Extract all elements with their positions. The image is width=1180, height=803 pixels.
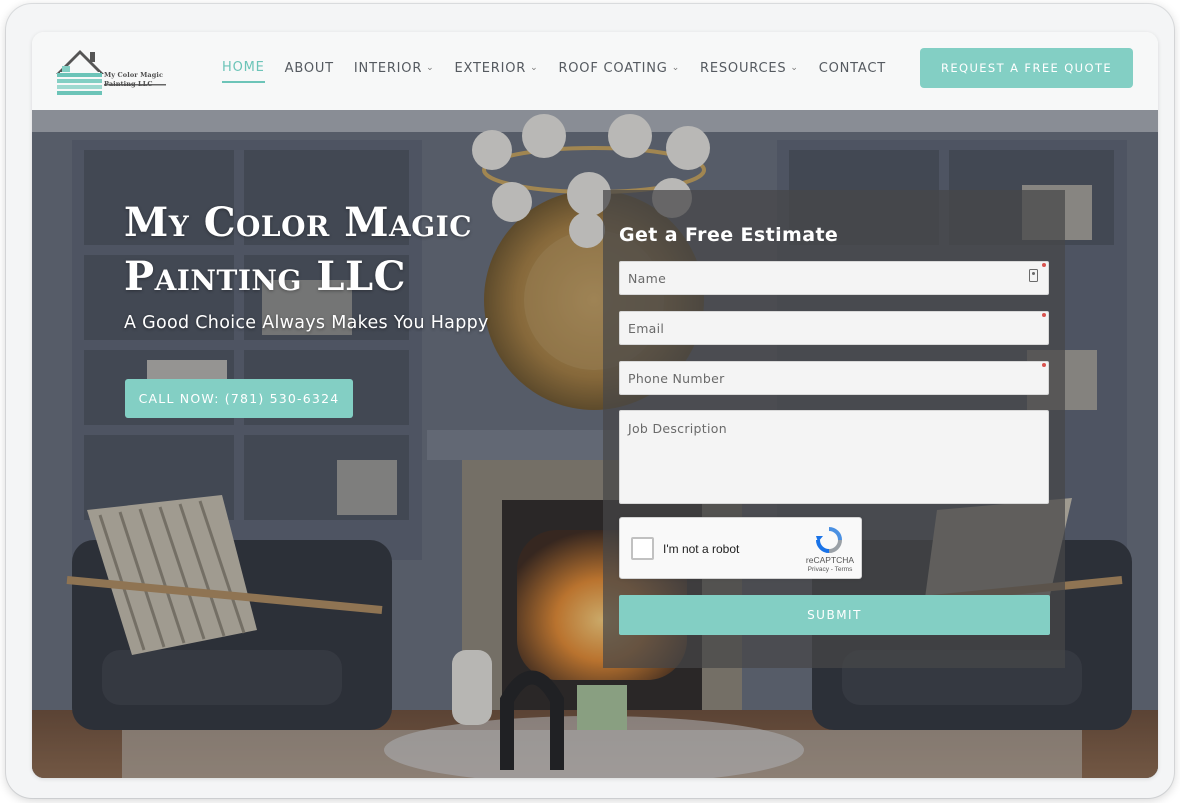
required-indicator xyxy=(1042,363,1046,367)
required-indicator xyxy=(1042,263,1046,267)
estimate-form-panel: Get a Free Estimate I'm not a robot xyxy=(603,190,1065,668)
nav-resources[interactable]: RESOURCES ⌄ xyxy=(700,60,799,83)
device-frame: My Color Magic Painting LLC HOME ABOUT I… xyxy=(6,4,1174,798)
form-title: Get a Free Estimate xyxy=(619,224,839,246)
company-logo[interactable]: My Color Magic Painting LLC xyxy=(52,44,172,100)
nav-label: EXTERIOR xyxy=(454,61,527,76)
nav-label: RESOURCES xyxy=(700,61,787,76)
hero-subtitle: A Good Choice Always Makes You Happy xyxy=(124,313,489,333)
name-input[interactable] xyxy=(619,261,1049,295)
nav-interior[interactable]: INTERIOR ⌄ xyxy=(354,60,435,83)
hero-title-line-1: My Color Magic xyxy=(124,199,472,246)
logo-text: My Color Magic Painting LLC xyxy=(104,71,174,88)
nav-contact[interactable]: CONTACT xyxy=(819,60,886,83)
nav-label: CONTACT xyxy=(818,61,886,76)
phone-input[interactable] xyxy=(619,361,1049,395)
chevron-down-icon: ⌄ xyxy=(790,62,799,73)
request-quote-button[interactable]: REQUEST A FREE QUOTE xyxy=(920,48,1133,88)
email-input[interactable] xyxy=(619,311,1049,345)
hero-title: My Color Magic Painting LLC xyxy=(124,196,594,304)
recaptcha-icon xyxy=(816,527,842,553)
hero-title-line-2: Painting LLC xyxy=(124,253,406,300)
required-indicator xyxy=(1042,313,1046,317)
nav-home[interactable]: HOME xyxy=(222,60,265,83)
chevron-down-icon: ⌄ xyxy=(671,62,681,73)
nav-label: HOME xyxy=(222,60,265,75)
browser-viewport: My Color Magic Painting LLC HOME ABOUT I… xyxy=(32,32,1158,778)
job-description-input[interactable] xyxy=(619,410,1049,504)
recaptcha-widget: I'm not a robot reCAPTCHA Privacy - Term… xyxy=(619,517,862,579)
recaptcha-checkbox[interactable] xyxy=(631,537,654,560)
recaptcha-label: I'm not a robot xyxy=(663,542,740,556)
nav-label: ABOUT xyxy=(284,61,334,76)
recaptcha-brand: reCAPTCHA xyxy=(805,555,855,565)
logo-line-2: Painting LLC xyxy=(104,80,153,88)
call-now-button[interactable]: CALL NOW: (781) 530-6324 xyxy=(125,379,353,418)
nav-roof-coating[interactable]: ROOF COATING ⌄ xyxy=(558,60,680,83)
nav-label: ROOF COATING xyxy=(558,61,668,76)
recaptcha-links[interactable]: Privacy - Terms xyxy=(800,566,860,573)
contact-card-icon xyxy=(1029,269,1038,282)
nav-label: INTERIOR xyxy=(353,61,423,76)
submit-button[interactable]: SUBMIT xyxy=(619,595,1050,635)
nav-exterior[interactable]: EXTERIOR ⌄ xyxy=(455,60,539,83)
nav-about[interactable]: ABOUT xyxy=(285,60,334,83)
site-header: My Color Magic Painting LLC HOME ABOUT I… xyxy=(32,32,1158,110)
main-nav: HOME ABOUT INTERIOR ⌄ EXTERIOR ⌄ ROOF COAT… xyxy=(222,60,906,83)
hero-section: My Color Magic Painting LLC A Good Choic… xyxy=(32,110,1158,778)
chevron-down-icon: ⌄ xyxy=(426,62,435,73)
logo-line-1: My Color Magic xyxy=(104,71,164,79)
chevron-down-icon: ⌄ xyxy=(530,62,539,73)
